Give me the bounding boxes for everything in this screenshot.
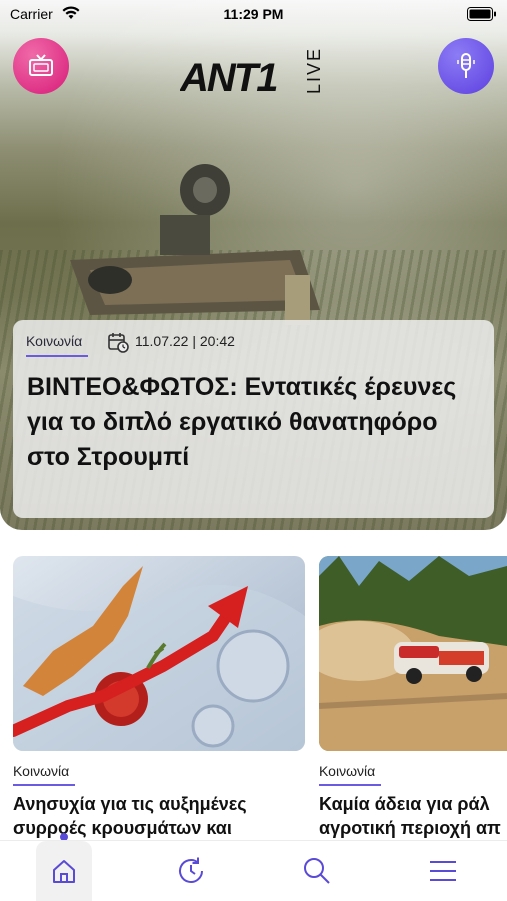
tile-category[interactable]: Κοινωνία	[13, 763, 69, 779]
tile-title-line: αγροτική περιοχή απ	[319, 818, 501, 838]
tile-title-line: Ανησυχία για τις αυξημένες	[13, 794, 247, 814]
hero-image-vehicle	[70, 164, 320, 325]
status-bar: Carrier 11:29 PM	[0, 0, 507, 28]
history-icon	[179, 857, 203, 883]
article-tile[interactable]: Κοινωνία Καμία άδεια για ράλ αγροτική πε…	[319, 556, 507, 838]
search-icon	[304, 858, 330, 884]
live-tv-button[interactable]	[13, 38, 69, 94]
hero-date: 11.07.22 | 20:42	[135, 333, 235, 349]
calendar-clock-icon	[108, 333, 129, 353]
article-image[interactable]	[319, 556, 507, 751]
category-underline	[13, 784, 75, 786]
microphone-icon	[457, 53, 475, 78]
article-tile[interactable]: Κοινωνία Ανησυχία για τις αυξημένες συρρ…	[13, 556, 305, 838]
home-icon	[53, 860, 75, 883]
logo-sub: LIVE	[304, 47, 324, 94]
tile-title-line: συρροές κρουσμάτων και	[13, 818, 232, 838]
tab-menu[interactable]	[415, 841, 471, 901]
battery-icon	[467, 7, 496, 21]
tab-home[interactable]	[36, 841, 92, 901]
tab-history[interactable]	[163, 841, 219, 901]
menu-icon	[430, 861, 456, 881]
hero-category[interactable]: Κοινωνία	[26, 333, 82, 349]
tv-icon	[29, 54, 53, 76]
tab-bar	[0, 840, 507, 901]
logo-text: ANT1	[180, 56, 277, 98]
tile-title[interactable]: Ανησυχία για τις αυξημένες συρροές κρουσ…	[13, 792, 305, 840]
ant1-live-logo[interactable]: ANT1 LIVE	[180, 36, 330, 98]
tile-title[interactable]: Καμία άδεια για ράλ αγροτική περιοχή απ	[319, 792, 507, 840]
tile-title-line: Καμία άδεια για ράλ	[319, 794, 490, 814]
rally-car-image	[319, 556, 507, 751]
article-image[interactable]	[13, 556, 305, 751]
live-radio-button[interactable]	[438, 38, 494, 94]
hero-card[interactable]: Κοινωνία 11.07.22 | 20:42 ΒΙΝΤΕΟ&ΦΩΤΟΣ: …	[13, 320, 494, 518]
tile-category[interactable]: Κοινωνία	[319, 763, 375, 779]
covid-cyprus-image	[13, 556, 305, 751]
hero-title[interactable]: ΒΙΝΤΕΟ&ΦΩΤΟΣ: Εντατικές έρευνες για το δ…	[27, 370, 487, 475]
category-underline	[319, 784, 381, 786]
clock: 11:29 PM	[223, 6, 284, 22]
category-underline	[26, 355, 88, 357]
tab-search[interactable]	[289, 841, 345, 901]
